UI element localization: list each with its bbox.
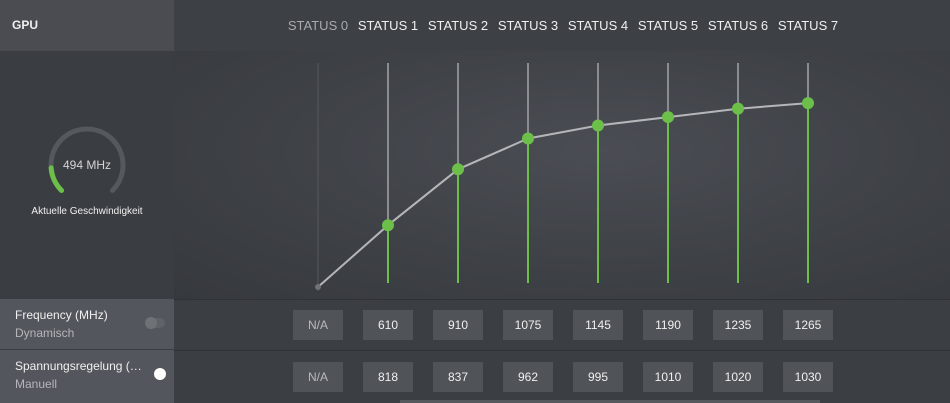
state-label-2: STATUS 2 (427, 18, 489, 33)
frequency-value-7[interactable]: 1265 (783, 310, 833, 340)
left-panel: GPU 494 MHz Aktuelle Geschwindigkeit Fre… (0, 0, 174, 403)
frequency-value-2[interactable]: 910 (433, 310, 483, 340)
toggle-knob (154, 368, 166, 380)
voltage-values-row: N/A 818 837 962 995 1010 1020 1030 (174, 350, 950, 403)
state-label-0: STATUS 0 (287, 18, 349, 33)
frequency-curve-svg (315, 63, 814, 291)
state-point-2[interactable] (452, 163, 464, 176)
frequency-mode: Dynamisch (15, 326, 75, 340)
state-point-3[interactable] (522, 132, 534, 145)
toggle-knob (145, 317, 157, 329)
frequency-curve-line (317, 102, 809, 288)
state-point-1[interactable] (382, 219, 394, 232)
state-point-4[interactable] (592, 119, 604, 132)
voltage-value-7[interactable]: 1030 (783, 362, 833, 392)
left-header: GPU (0, 0, 174, 51)
frequency-value-0[interactable]: N/A (293, 310, 343, 340)
state-label-4: STATUS 4 (567, 18, 629, 33)
frequency-row-label: Frequency (MHz) Dynamisch (0, 299, 174, 349)
voltage-toggle[interactable] (145, 368, 166, 380)
voltage-value-5[interactable]: 1010 (643, 362, 693, 392)
state-point-5[interactable] (662, 111, 674, 124)
state-point-0 (315, 284, 321, 290)
state-label-3: STATUS 3 (497, 18, 559, 33)
state-label-1: STATUS 1 (357, 18, 419, 33)
voltage-row-label: Spannungsregelung (… Manuell (0, 350, 174, 403)
speed-gauge: 494 MHz Aktuelle Geschwindigkeit (0, 51, 174, 299)
gpu-tuning-panel: GPU 494 MHz Aktuelle Geschwindigkeit Fre… (0, 0, 950, 403)
voltage-value-0[interactable]: N/A (293, 362, 343, 392)
panel-title: GPU (12, 18, 39, 32)
voltage-value-3[interactable]: 962 (503, 362, 553, 392)
voltage-mode: Manuell (15, 377, 58, 391)
frequency-value-6[interactable]: 1235 (713, 310, 763, 340)
state-header: STATUS 0 STATUS 1 STATUS 2 STATUS 3 STAT… (174, 0, 950, 51)
gauge-caption: Aktuelle Geschwindigkeit (31, 206, 143, 217)
state-label-5: STATUS 5 (637, 18, 699, 33)
frequency-value-3[interactable]: 1075 (503, 310, 553, 340)
frequency-label: Frequency (MHz) (15, 308, 108, 322)
gauge-value: 494 MHz (62, 158, 112, 172)
frequency-value-1[interactable]: 610 (363, 310, 413, 340)
voltage-value-2[interactable]: 837 (433, 362, 483, 392)
frequency-toggle[interactable] (145, 317, 165, 329)
voltage-value-1[interactable]: 818 (363, 362, 413, 392)
state-label-7: STATUS 7 (777, 18, 839, 33)
voltage-label: Spannungsregelung (… (15, 359, 142, 373)
state-label-6: STATUS 6 (707, 18, 769, 33)
voltage-value-4[interactable]: 995 (573, 362, 623, 392)
frequency-value-5[interactable]: 1190 (643, 310, 693, 340)
state-point-7[interactable] (802, 97, 814, 110)
frequency-value-4[interactable]: 1145 (573, 310, 623, 340)
frequency-values-row: N/A 610 910 1075 1145 1190 1235 1265 (174, 299, 950, 350)
voltage-value-6[interactable]: 1020 (713, 362, 763, 392)
state-point-6[interactable] (732, 102, 744, 115)
frequency-curve-chart (174, 51, 950, 299)
